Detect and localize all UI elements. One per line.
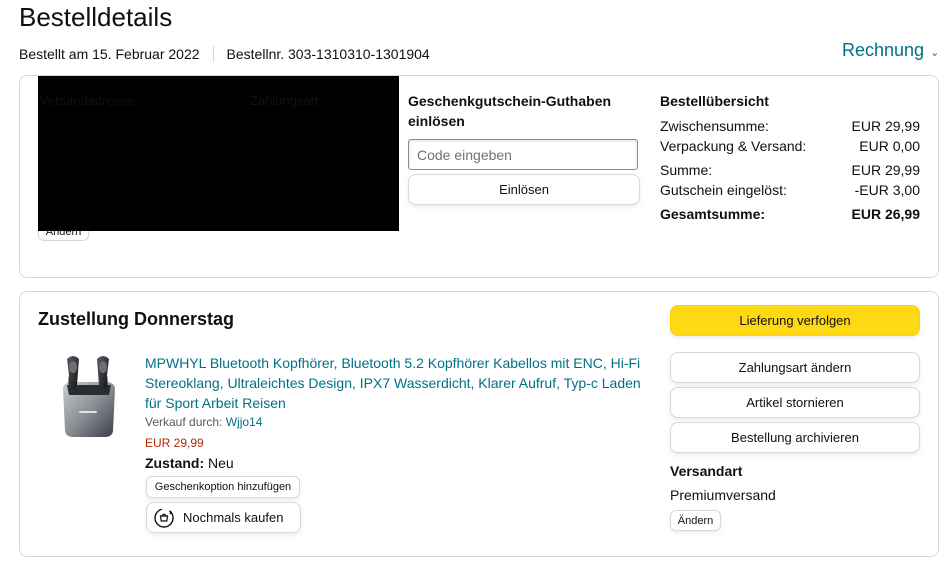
summary-label: Summe:: [660, 162, 713, 178]
archive-order-button[interactable]: Bestellung archivieren: [670, 422, 920, 453]
gift-card-code-input[interactable]: [408, 139, 638, 170]
summary-value: EUR 29,99: [851, 162, 920, 178]
product-condition: Zustand: Neu: [145, 455, 234, 471]
product-price: EUR 29,99: [145, 436, 204, 450]
condition-label: Zustand:: [145, 455, 205, 471]
shipping-change-button[interactable]: Ändern: [670, 510, 721, 531]
summary-value: EUR 26,99: [851, 206, 920, 222]
add-gift-option-button[interactable]: Geschenkoption hinzufügen: [146, 476, 300, 498]
seller-link[interactable]: Wjjo14: [226, 415, 263, 429]
summary-label: Gesamtsumme:: [660, 206, 766, 222]
product-title-link[interactable]: MPWHYL Bluetooth Kopfhörer, Bluetooth 5.…: [145, 353, 645, 413]
invoice-label: Rechnung: [842, 40, 925, 60]
change-payment-button[interactable]: Zahlungsart ändern: [670, 352, 920, 383]
summary-value: EUR 29,99: [851, 118, 920, 134]
buy-again-icon: [154, 507, 174, 528]
meta-divider: [212, 46, 214, 62]
track-delivery-button[interactable]: Lieferung verfolgen: [670, 305, 920, 336]
summary-row-voucher: Gutschein eingelöst: -EUR 3,00: [660, 182, 920, 198]
summary-label: Zwischensumme:: [660, 118, 769, 134]
summary-row-total: Summe: EUR 29,99: [660, 162, 920, 178]
order-meta: Bestellt am 15. Februar 2022 Bestellnr. …: [19, 46, 430, 62]
chevron-down-icon: ⌄: [930, 46, 940, 59]
summary-row-shipping: Verpackung & Versand: EUR 0,00: [660, 138, 920, 154]
summary-row-subtotal: Zwischensumme: EUR 29,99: [660, 118, 920, 134]
summary-label: Verpackung & Versand:: [660, 138, 807, 154]
shipping-method-title: Versandart: [670, 463, 743, 479]
seller-prefix: Verkauf durch:: [145, 415, 226, 429]
order-date: Bestellt am 15. Februar 2022: [19, 46, 200, 62]
buy-again-label: Nochmals kaufen: [183, 510, 284, 525]
cancel-item-button[interactable]: Artikel stornieren: [670, 387, 920, 418]
summary-row-grand-total: Gesamtsumme: EUR 26,99: [660, 206, 920, 222]
redacted-address-payment: Versandadresse Zahlungsart: [38, 76, 399, 231]
summary-label: Gutschein eingelöst:: [660, 182, 787, 198]
order-number: Bestellnr. 303-1310310-1301904: [226, 46, 430, 62]
delivery-title: Zustellung Donnerstag: [38, 309, 235, 329]
summary-value: EUR 0,00: [859, 138, 920, 154]
page-title: Bestelldetails: [19, 2, 173, 32]
product-image[interactable]: [55, 351, 121, 441]
gift-card-title: Geschenkgutschein-Guthaben einlösen: [408, 93, 612, 129]
buy-again-button[interactable]: Nochmals kaufen: [146, 502, 301, 533]
condition-value: Neu: [208, 455, 234, 471]
shipping-address-heading: Versandadresse: [40, 93, 134, 108]
order-summary-title: Bestellübersicht: [660, 93, 769, 109]
summary-value: -EUR 3,00: [854, 182, 920, 198]
seller-info: Verkauf durch: Wjjo14: [145, 415, 262, 429]
payment-method-heading: Zahlungsart: [250, 93, 319, 108]
invoice-dropdown[interactable]: Rechnung ⌄: [842, 40, 939, 61]
shipping-method-value: Premiumversand: [670, 487, 776, 503]
redeem-button[interactable]: Einlösen: [408, 174, 640, 205]
